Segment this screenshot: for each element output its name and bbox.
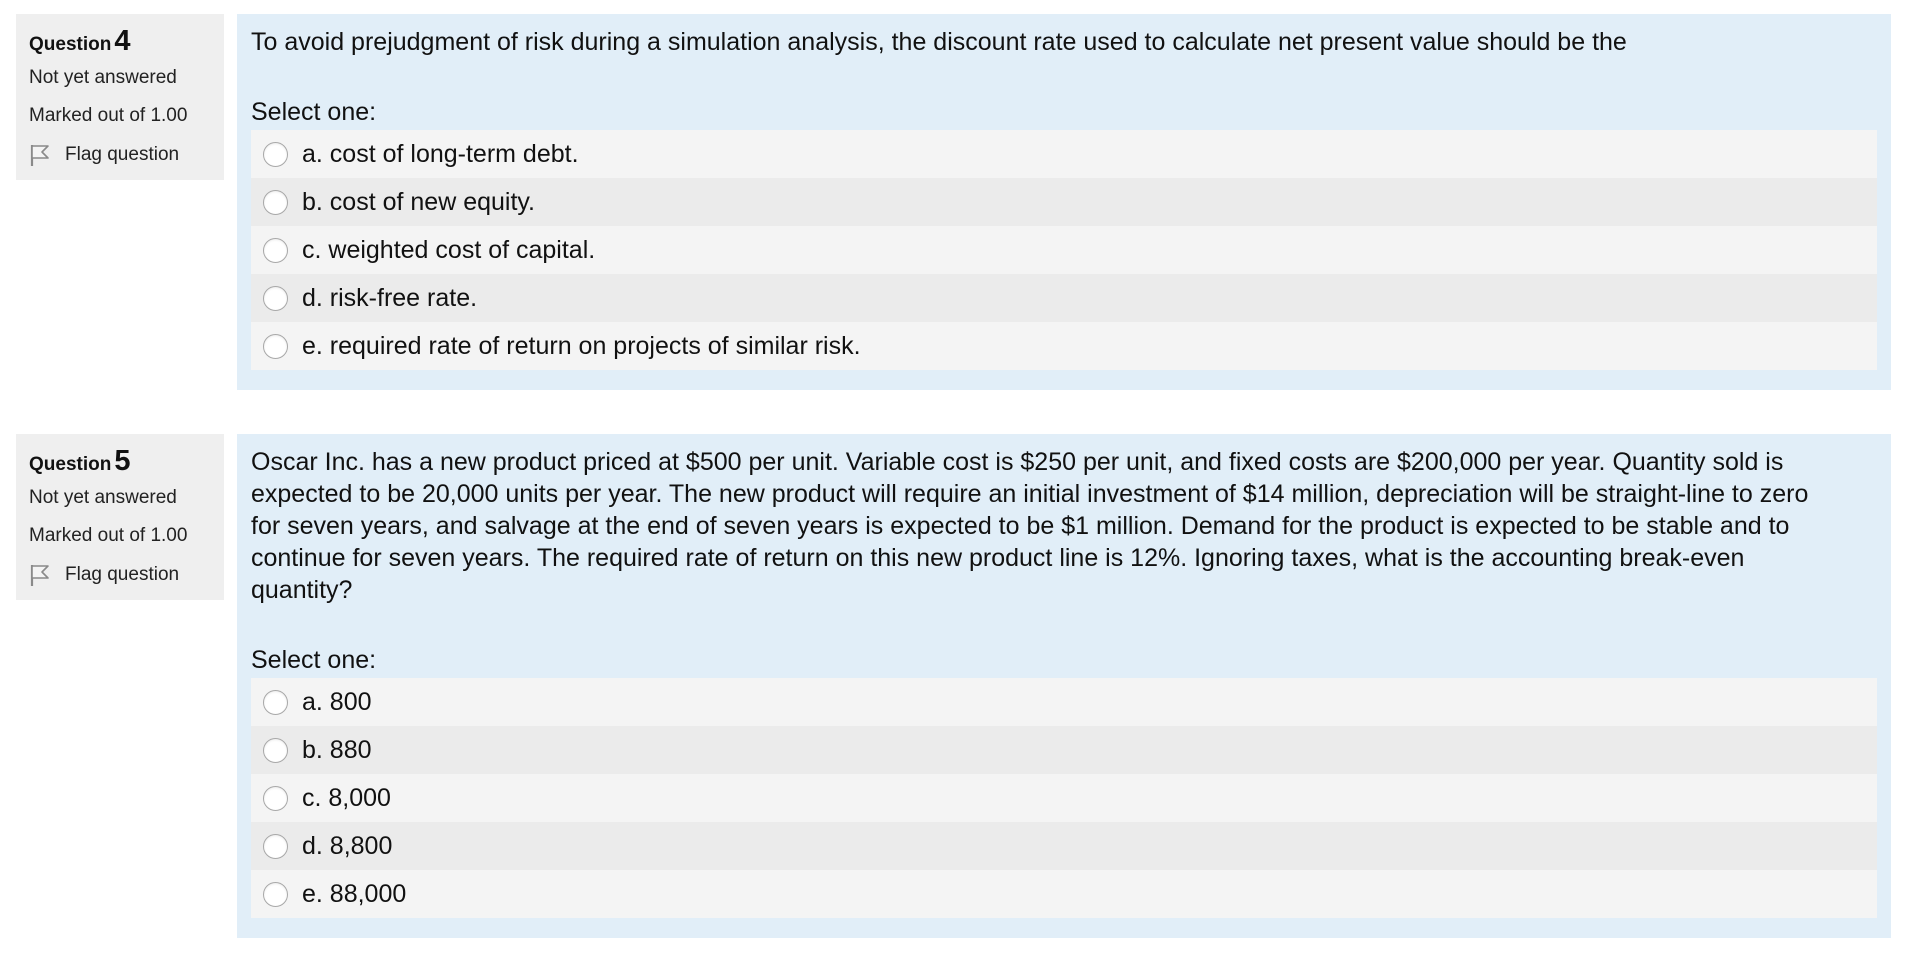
answer-options: a. cost of long-term debt. b. cost of ne… [251,130,1877,370]
question-number-value: 4 [114,25,131,57]
question-number: Question 5 [29,445,212,478]
question-info: Question 5 Not yet answered Marked out of… [16,434,224,600]
answer-label: d. risk-free rate. [302,283,478,312]
question-4: Question 4 Not yet answered Marked out of… [16,14,1891,390]
question-state: Not yet answered [29,487,177,508]
answer-label: a. 800 [302,687,372,716]
question-5: Question 5 Not yet answered Marked out of… [16,434,1891,938]
question-grade: Marked out of 1.00 [29,105,188,126]
flag-question-label: Flag question [65,564,180,585]
answer-label: c. 8,000 [302,783,391,812]
question-label: Question [29,34,112,55]
select-one-prompt: Select one: [251,98,377,126]
answer-label: a. cost of long-term debt. [302,139,579,168]
flag-icon [30,565,49,586]
flag-question-button[interactable]: Flag question [29,142,212,168]
answer-option-d[interactable]: d. risk-free rate. [251,274,1877,322]
question-info: Question 4 Not yet answered Marked out of… [16,14,224,180]
radio-icon[interactable] [263,141,288,167]
radio-icon[interactable] [263,785,288,811]
quiz-page: Question 4 Not yet answered Marked out of… [0,0,1906,960]
answer-option-c[interactable]: c. weighted cost of capital. [251,226,1877,274]
answer-option-a[interactable]: a. cost of long-term debt. [251,130,1877,178]
answer-option-b[interactable]: b. 880 [251,726,1877,774]
radio-icon[interactable] [263,237,288,263]
radio-icon[interactable] [263,285,288,311]
question-content: Oscar Inc. has a new product priced at $… [237,434,1891,938]
radio-icon[interactable] [263,881,288,907]
answer-label: b. 880 [302,735,372,764]
answer-option-b[interactable]: b. cost of new equity. [251,178,1877,226]
flag-icon [30,145,49,166]
radio-icon[interactable] [263,737,288,763]
question-number-value: 5 [114,445,131,477]
radio-icon[interactable] [263,189,288,215]
answer-label: d. 8,800 [302,831,393,860]
answer-label: b. cost of new equity. [302,187,535,216]
answer-option-d[interactable]: d. 8,800 [251,822,1877,870]
flag-question-label: Flag question [65,144,180,165]
question-state: Not yet answered [29,67,177,88]
flag-question-button[interactable]: Flag question [29,562,212,588]
question-grade: Marked out of 1.00 [29,525,188,546]
select-one-prompt: Select one: [251,646,377,674]
question-text: Oscar Inc. has a new product priced at $… [251,448,1809,604]
answer-options: a. 800 b. 880 c. 8,000 d. 8,800 e. 88,00… [251,678,1877,918]
radio-icon[interactable] [263,689,288,715]
radio-icon[interactable] [263,333,288,359]
answer-label: e. 88,000 [302,879,407,908]
question-label: Question [29,454,112,475]
radio-icon[interactable] [263,833,288,859]
answer-label: e. required rate of return on projects o… [302,331,861,360]
answer-option-e[interactable]: e. required rate of return on projects o… [251,322,1877,370]
answer-option-a[interactable]: a. 800 [251,678,1877,726]
question-text: To avoid prejudgment of risk during a si… [251,28,1627,56]
answer-option-c[interactable]: c. 8,000 [251,774,1877,822]
answer-option-e[interactable]: e. 88,000 [251,870,1877,918]
question-number: Question 4 [29,25,212,58]
answer-label: c. weighted cost of capital. [302,235,596,264]
question-content: To avoid prejudgment of risk during a si… [237,14,1891,390]
